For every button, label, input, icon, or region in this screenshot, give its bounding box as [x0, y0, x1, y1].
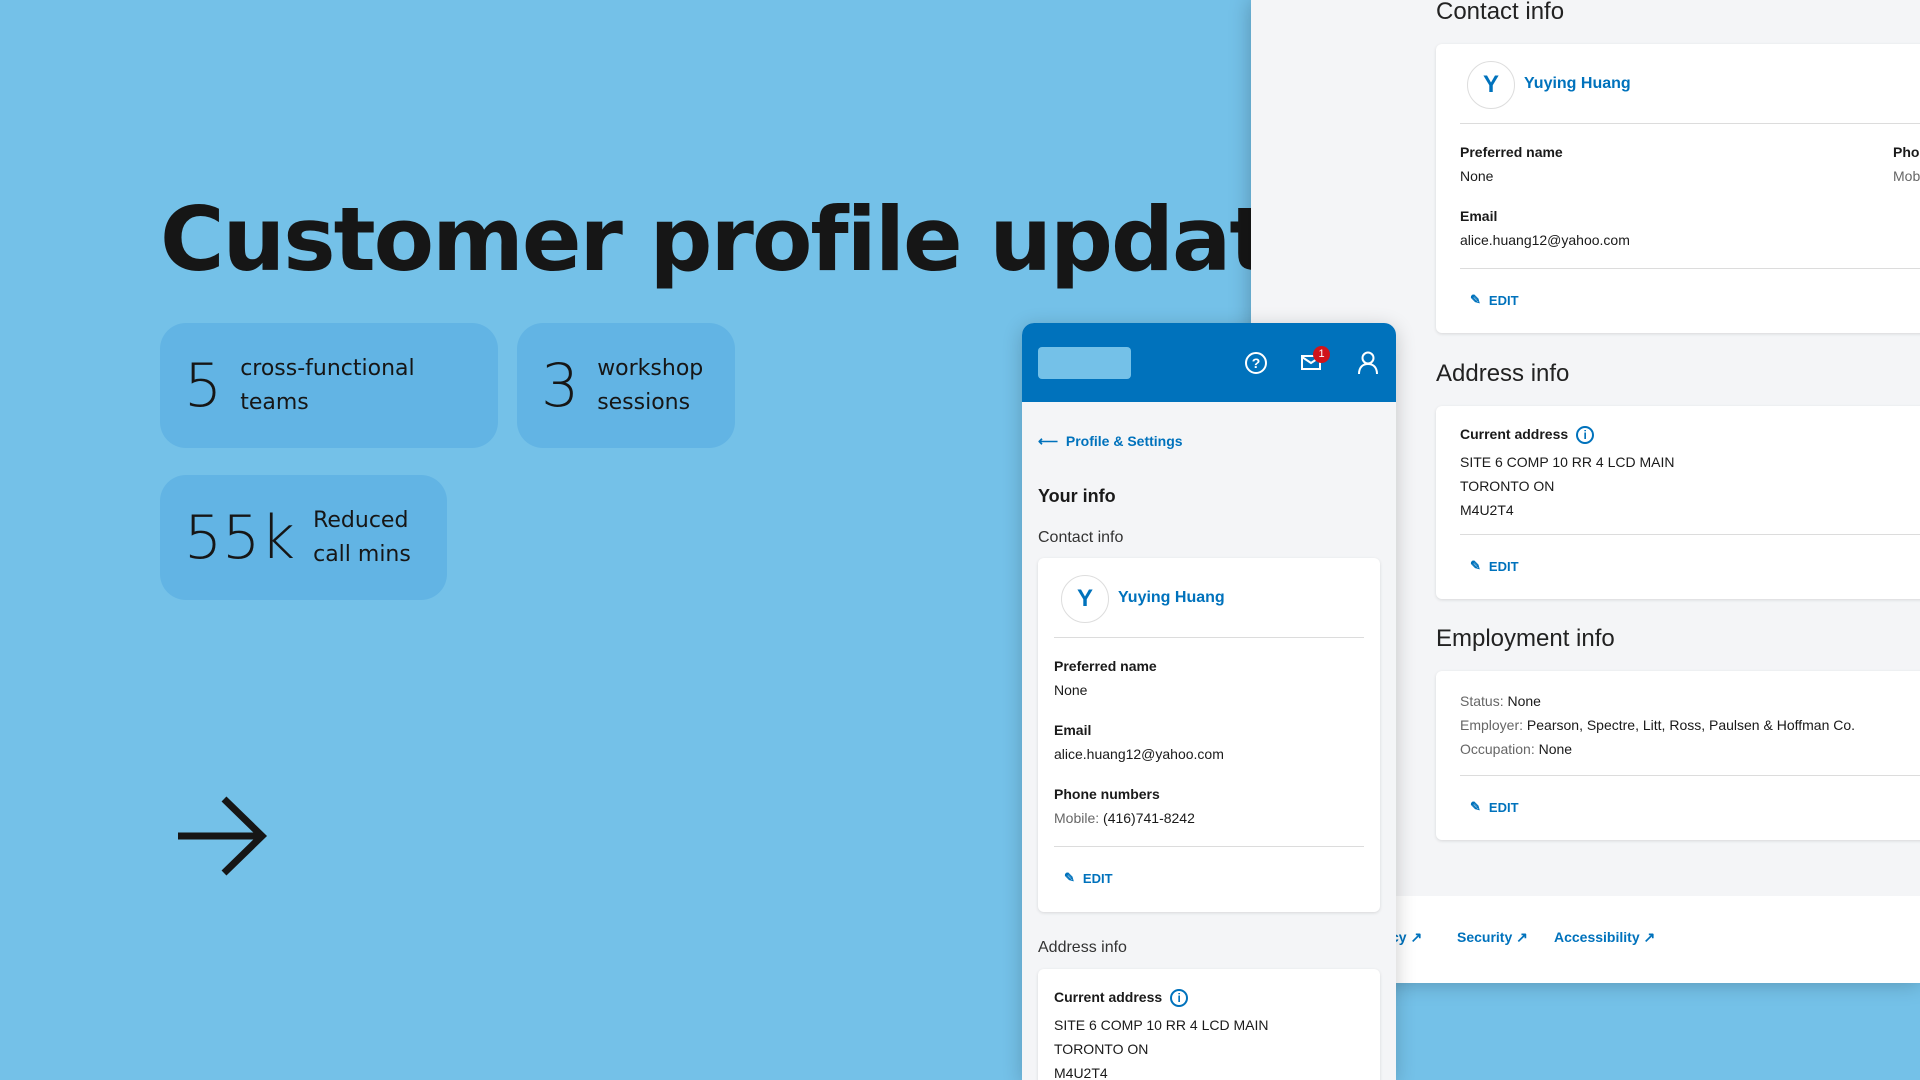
phone-label: Phon [1893, 144, 1920, 160]
help-icon[interactable]: ? [1244, 351, 1268, 375]
employment-info-heading: Employment info [1436, 625, 1615, 652]
mobile-header: ? 1 [1022, 323, 1396, 402]
external-link-icon: ↗ [1516, 929, 1528, 945]
info-icon[interactable]: i [1170, 989, 1189, 1008]
pencil-icon: ✎ [1064, 870, 1075, 885]
contact-card: Y Yuying Huang Preferred name None Phon … [1436, 44, 1920, 333]
stat-card-sessions: 3 workshop sessions [517, 323, 735, 448]
email-value: alice.huang12@yahoo.com [1460, 232, 1630, 248]
stat-card-call-mins: 55k Reduced call mins [160, 475, 447, 600]
preferred-name-value: None [1054, 682, 1088, 698]
pencil-icon: ✎ [1470, 558, 1481, 573]
notification-badge: 1 [1313, 346, 1330, 363]
email-value: alice.huang12@yahoo.com [1054, 746, 1224, 762]
stat-card-teams: 5 cross-functional teams [160, 323, 498, 448]
edit-contact-button[interactable]: ✎ EDIT [1470, 292, 1519, 308]
stat-value: 3 [541, 350, 580, 421]
customer-name[interactable]: Yuying Huang [1118, 589, 1225, 607]
pencil-icon: ✎ [1470, 292, 1481, 307]
employment-details: Status: None Employer: Pearson, Spectre,… [1460, 693, 1856, 757]
footer-link-accessibility[interactable]: Accessibility ↗ [1554, 929, 1655, 946]
hero-title: Customer profile update [160, 188, 1329, 291]
avatar: Y [1061, 575, 1109, 623]
address-card: Current address i SITE 6 COMP 10 RR 4 LCD… [1038, 969, 1380, 1080]
page-title: Your info [1038, 486, 1116, 506]
edit-employment-button[interactable]: ✎ EDIT [1470, 799, 1519, 815]
user-icon[interactable] [1357, 351, 1379, 375]
contact-info-heading: Contact info [1436, 0, 1565, 25]
contact-info-heading: Contact info [1038, 529, 1124, 546]
address-info-heading: Address info [1436, 360, 1570, 387]
preferred-name-label: Preferred name [1054, 658, 1157, 674]
svg-text:?: ? [1252, 355, 1261, 371]
external-link-icon: ↗ [1410, 929, 1423, 945]
address-value: SITE 6 COMP 10 RR 4 LCD MAIN TORONTO ON M4… [1054, 1017, 1269, 1080]
info-icon[interactable]: i [1576, 426, 1595, 445]
phone-value: Mob [1893, 168, 1920, 184]
phone-value: Mobile: (416)741-8242 [1054, 810, 1195, 826]
edit-address-button[interactable]: ✎ EDIT [1470, 558, 1519, 574]
mobile-profile-screen: ? 1 ⟵ Profile & Settings Your info Conta… [1022, 323, 1396, 1080]
contact-card: Y Yuying Huang Preferred name None Email… [1038, 558, 1380, 912]
address-card: Current address i SITE 6 COMP 10 RR 4 LCD… [1436, 406, 1920, 599]
edit-contact-button[interactable]: ✎ EDIT [1064, 870, 1113, 886]
back-link[interactable]: ⟵ Profile & Settings [1038, 433, 1183, 450]
stat-value: 5 [184, 350, 223, 421]
logo-placeholder[interactable] [1038, 347, 1131, 379]
email-label: Email [1054, 722, 1092, 738]
stat-value: 55k [184, 502, 296, 573]
stat-label: cross-functional teams [240, 355, 415, 415]
avatar: Y [1467, 61, 1515, 109]
email-label: Email [1460, 208, 1498, 224]
stat-label: workshop sessions [597, 355, 704, 415]
footer-link-security[interactable]: Security ↗ [1457, 929, 1528, 946]
stat-label: Reduced call mins [313, 507, 411, 567]
preferred-name-value: None [1460, 168, 1494, 184]
preferred-name-label: Preferred name [1460, 144, 1563, 160]
pencil-icon: ✎ [1470, 799, 1481, 814]
arrow-right-icon[interactable] [174, 795, 268, 877]
current-address-label: Current address i [1054, 989, 1189, 1008]
phone-label: Phone numbers [1054, 786, 1160, 802]
employment-card: Status: None Employer: Pearson, Spectre,… [1436, 671, 1920, 840]
customer-name[interactable]: Yuying Huang [1524, 75, 1631, 93]
external-link-icon: ↗ [1643, 929, 1656, 945]
arrow-left-icon: ⟵ [1038, 433, 1059, 449]
current-address-label: Current address i [1460, 426, 1595, 445]
address-value: SITE 6 COMP 10 RR 4 LCD MAIN TORONTO ON M4… [1460, 454, 1675, 518]
address-info-heading: Address info [1038, 939, 1127, 956]
